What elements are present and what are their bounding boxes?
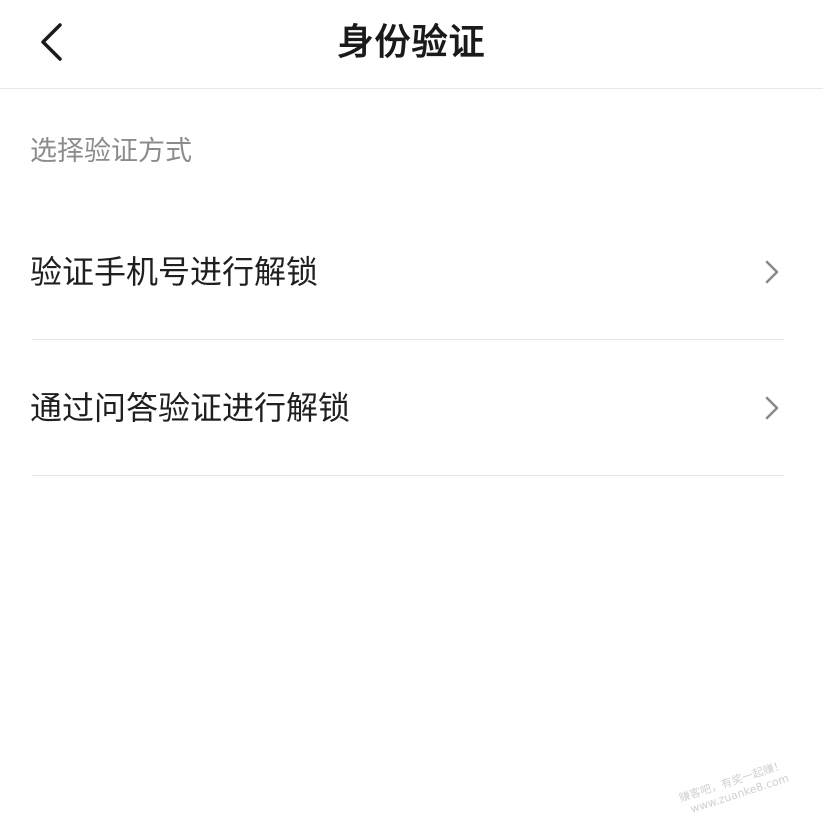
page-title: 身份验证 xyxy=(337,22,486,63)
chevron-right-icon xyxy=(765,396,779,420)
navigation-bar: 身份验证 xyxy=(0,0,823,89)
verify-qa-option[interactable]: 通过问答验证进行解锁 xyxy=(30,340,784,476)
option-label: 通过问答验证进行解锁 xyxy=(30,389,351,427)
option-label: 验证手机号进行解锁 xyxy=(30,253,319,291)
chevron-right-icon xyxy=(765,260,779,284)
section-caption: 选择验证方式 xyxy=(30,136,192,167)
watermark: 赚客吧，有奖一起赚！ www.zuanke8.com xyxy=(668,758,797,832)
identity-verification-screen: 身份验证 选择验证方式 验证手机号进行解锁 通过问答验证进行解锁 赚客吧，有奖一… xyxy=(0,0,823,832)
verify-phone-option[interactable]: 验证手机号进行解锁 xyxy=(30,204,784,340)
